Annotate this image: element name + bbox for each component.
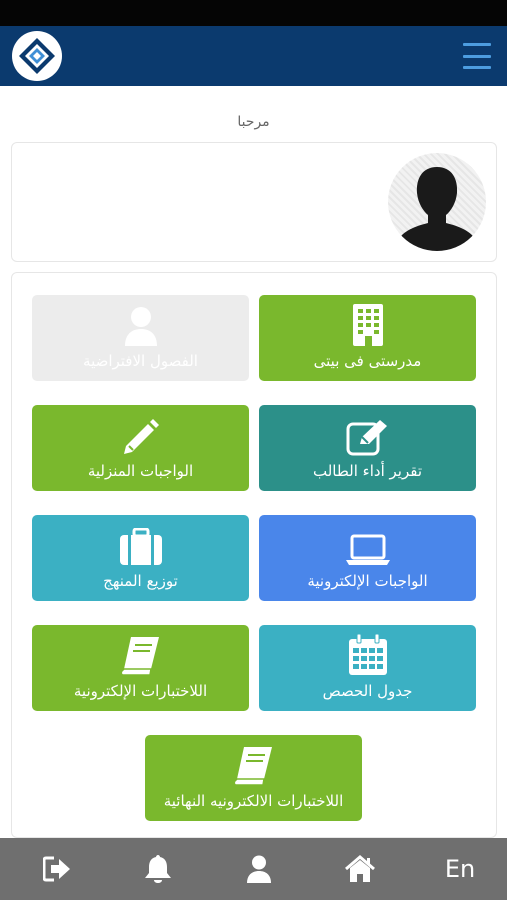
avatar[interactable]: [388, 153, 486, 251]
tile-label: اللاختبارات الإلكترونية: [73, 682, 208, 700]
calendar-icon: [348, 634, 388, 676]
tile-e-homework[interactable]: الواجبات الإلكترونية: [259, 515, 476, 601]
tile-virtual-classes[interactable]: الفصول الافتراضية: [32, 295, 249, 381]
tile-my-school[interactable]: مدرستى فى بيتى: [259, 295, 476, 381]
laptop-icon: [345, 526, 391, 566]
profile-button[interactable]: [229, 838, 289, 900]
book-icon: [120, 636, 161, 676]
language-toggle-button[interactable]: En: [430, 838, 490, 900]
logo-icon: [19, 38, 55, 74]
tile-homework[interactable]: الواجبات المنزلية: [32, 405, 249, 491]
tile-label: جدول الحصص: [322, 682, 413, 700]
notifications-button[interactable]: [128, 838, 188, 900]
tile-schedule[interactable]: جدول الحصص: [259, 625, 476, 711]
home-button[interactable]: [330, 838, 390, 900]
app-logo[interactable]: [12, 31, 62, 81]
user-icon: [247, 855, 271, 883]
status-bar: [0, 0, 507, 26]
tile-label: تقرير أداء الطالب: [312, 462, 422, 480]
profile-card: [11, 142, 497, 262]
tile-label: اللاختبارات الالكترونيه النهائية: [163, 792, 344, 810]
edit-icon: [346, 416, 390, 456]
tile-student-report[interactable]: تقرير أداء الطالب: [259, 405, 476, 491]
building-icon: [351, 304, 385, 346]
app-header: [0, 26, 507, 86]
bell-icon: [145, 855, 171, 883]
logout-button[interactable]: [27, 838, 87, 900]
tile-label: توزيع المنهج: [103, 572, 178, 590]
suitcase-icon: [119, 526, 163, 566]
tile-label: مدرستى فى بيتى: [313, 352, 422, 370]
logout-icon: [43, 856, 70, 882]
home-icon: [345, 855, 375, 882]
tile-curriculum[interactable]: توزيع المنهج: [32, 515, 249, 601]
book-icon: [233, 746, 274, 786]
user-silhouette-icon: [398, 167, 476, 251]
tile-label: الفصول الافتراضية: [83, 352, 198, 370]
tile-e-exams[interactable]: اللاختبارات الإلكترونية: [32, 625, 249, 711]
tile-label: الواجبات المنزلية: [87, 462, 194, 480]
pencil-icon: [122, 416, 160, 456]
user-icon: [123, 306, 159, 346]
tile-label: الواجبات الإلكترونية: [307, 572, 428, 590]
tile-final-e-exams[interactable]: اللاختبارات الالكترونيه النهائية: [145, 735, 362, 821]
language-label: En: [444, 855, 476, 883]
bottom-navigation: En: [0, 838, 507, 900]
welcome-text: مرحبا: [237, 114, 270, 130]
hamburger-menu-icon[interactable]: [463, 43, 491, 69]
